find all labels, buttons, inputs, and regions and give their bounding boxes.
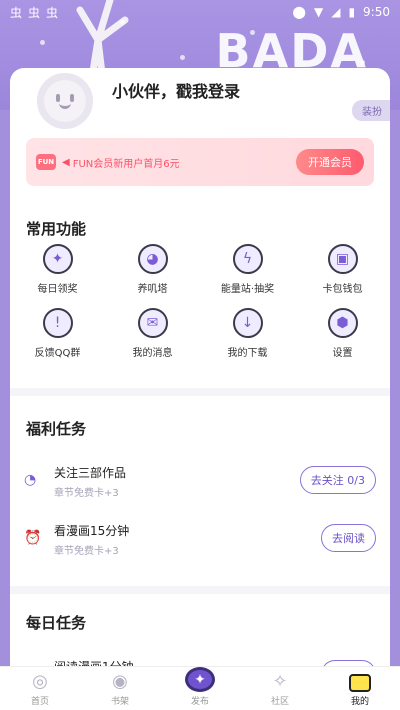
tab-label: 我的 <box>350 697 369 707</box>
feature-label: 能量站·抽奖 <box>220 284 275 295</box>
chick-icon: ◕ <box>137 244 168 274</box>
vip-promo-text: FUN会员新用户首月6元 <box>72 158 180 170</box>
features-grid: ✦ 每日领奖 ◕ 养叽塔 ϟ 能量站·抽奖 ▣ 卡包钱包 ! 反馈QQ群 ✉ 我… <box>10 244 390 372</box>
feature-energy-lottery[interactable]: ϟ 能量站·抽奖 <box>200 244 295 308</box>
snow-dot <box>40 40 45 45</box>
tab-mine[interactable]: 我的 <box>320 667 400 710</box>
welfare-task-follow: ◔ 关注三部作品 章节免费卡+3 去关注 0/3 <box>10 462 390 512</box>
feature-label: 每日领奖 <box>37 284 78 295</box>
snow-dot <box>250 30 255 35</box>
avatar-face-icon <box>44 80 86 122</box>
alarm-clock-icon: ⏰ <box>24 530 42 546</box>
task-title: 关注三部作品 <box>54 466 127 480</box>
wallet-icon: ▣ <box>327 244 358 274</box>
welfare-title: 福利任务 <box>26 420 87 438</box>
section-divider <box>10 586 390 594</box>
welfare-task-read: ⏰ 看漫画15分钟 章节免费卡+3 去阅读 <box>10 520 390 570</box>
open-vip-button[interactable]: 开通会员 <box>296 149 364 175</box>
feature-settings[interactable]: ⬢ 设置 <box>295 308 390 372</box>
status-left-icons: 虫 虫 虫 <box>10 4 58 21</box>
task-title: 看漫画15分钟 <box>54 524 130 538</box>
publish-icon: ✦ <box>185 667 215 692</box>
read-button[interactable]: 去阅读 <box>321 524 376 552</box>
features-title: 常用功能 <box>26 220 87 238</box>
tab-shelf[interactable]: ◉ 书架 <box>80 667 160 710</box>
feedback-icon: ! <box>42 308 73 338</box>
fun-logo-icon: FUN <box>36 154 56 170</box>
wifi-icon: ▼ <box>313 5 324 19</box>
tab-publish[interactable]: ✦ 发布 <box>160 667 240 710</box>
status-time: 9:50 <box>363 5 390 19</box>
feature-messages[interactable]: ✉ 我的消息 <box>105 308 200 372</box>
signal-icon: ◢ <box>331 5 341 19</box>
speaker-icon: ◀ <box>62 156 70 168</box>
task-reward: 章节免费卡+3 <box>54 546 119 557</box>
feature-downloads[interactable]: ↓ 我的下载 <box>200 308 295 372</box>
snow-dot <box>360 60 365 65</box>
chat-icon: ◔ <box>24 472 37 488</box>
feature-chick-tower[interactable]: ◕ 养叽塔 <box>105 244 200 308</box>
avatar[interactable] <box>34 70 96 132</box>
notification-bug-icon: 虫 <box>28 5 41 20</box>
snow-dot <box>180 55 185 60</box>
status-right: ⬤ ▼ ◢ ▮ 9:50 <box>293 5 390 19</box>
feature-daily-reward[interactable]: ✦ 每日领奖 <box>10 244 105 308</box>
login-prompt[interactable]: 小伙伴，戳我登录 <box>112 78 240 102</box>
bottom-tab-bar: ◎ 首页 ◉ 书架 ✦ 发布 ✧ 社区 我的 <box>0 666 400 710</box>
feature-label: 设置 <box>332 348 353 359</box>
notification-bug-icon: 虫 <box>46 5 59 20</box>
feature-label: 我的消息 <box>132 348 173 359</box>
home-icon: ◎ <box>32 671 48 692</box>
vip-banner[interactable]: FUN ◀ FUN会员新用户首月6元 开通会员 <box>26 138 374 186</box>
section-divider <box>10 388 390 396</box>
tab-label: 书架 <box>110 697 129 707</box>
notification-bug-icon: 虫 <box>10 5 23 20</box>
profile-card: 小伙伴，戳我登录 装扮 FUN ◀ FUN会员新用户首月6元 开通会员 常用功能… <box>10 68 390 698</box>
feature-label: 反馈QQ群 <box>34 348 81 359</box>
energy-icon: ϟ <box>232 244 263 274</box>
tab-label: 社区 <box>270 697 289 707</box>
feature-wallet[interactable]: ▣ 卡包钱包 <box>295 244 390 308</box>
daily-title: 每日任务 <box>26 614 87 632</box>
tab-label: 发布 <box>190 697 209 707</box>
location-icon: ⬤ <box>292 5 306 19</box>
feature-feedback-qq[interactable]: ! 反馈QQ群 <box>10 308 105 372</box>
tab-community[interactable]: ✧ 社区 <box>240 667 320 710</box>
feature-label: 养叽塔 <box>137 284 168 295</box>
tab-home[interactable]: ◎ 首页 <box>0 667 80 710</box>
battery-icon: ▮ <box>348 5 356 19</box>
gift-icon: ✦ <box>42 244 73 274</box>
feature-label: 卡包钱包 <box>322 284 363 295</box>
follow-button[interactable]: 去关注 0/3 <box>299 466 376 494</box>
shelf-icon: ◉ <box>112 671 128 692</box>
download-icon: ↓ <box>232 308 263 338</box>
mine-icon <box>349 674 371 692</box>
feature-label: 我的下载 <box>227 348 268 359</box>
community-icon: ✧ <box>272 671 288 692</box>
task-reward: 章节免费卡+3 <box>54 488 119 499</box>
status-bar: 虫 虫 虫 ⬤ ▼ ◢ ▮ 9:50 <box>0 0 400 24</box>
tab-label: 首页 <box>30 697 49 707</box>
dress-up-button[interactable]: 装扮 <box>352 100 390 121</box>
message-icon: ✉ <box>137 308 168 338</box>
settings-icon: ⬢ <box>327 308 358 338</box>
